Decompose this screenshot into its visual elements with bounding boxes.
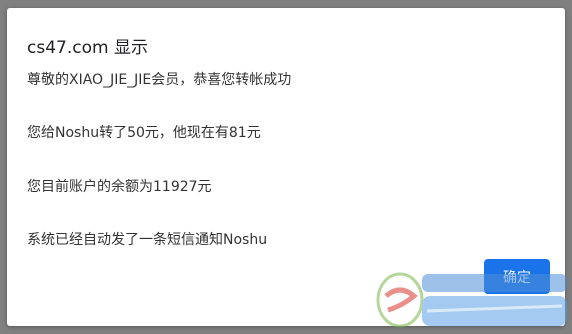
ok-button[interactable]: 确定 (484, 259, 550, 294)
message-line-sms: 系统已经自动发了一条短信通知Noshu (27, 232, 268, 248)
message-line-balance: 您目前账户的余额为11927元 (27, 179, 212, 195)
message-line-greeting: 尊敬的XIAO_JIE_JIE会员，恭喜您转帐成功 (27, 72, 292, 88)
message-line-transfer: 您给Noshu转了50元，他现在有81元 (27, 125, 261, 141)
alert-dialog: cs47.com 显示 尊敬的XIAO_JIE_JIE会员，恭喜您转帐成功 您给… (7, 8, 565, 326)
dialog-title: cs47.com 显示 (27, 38, 148, 58)
